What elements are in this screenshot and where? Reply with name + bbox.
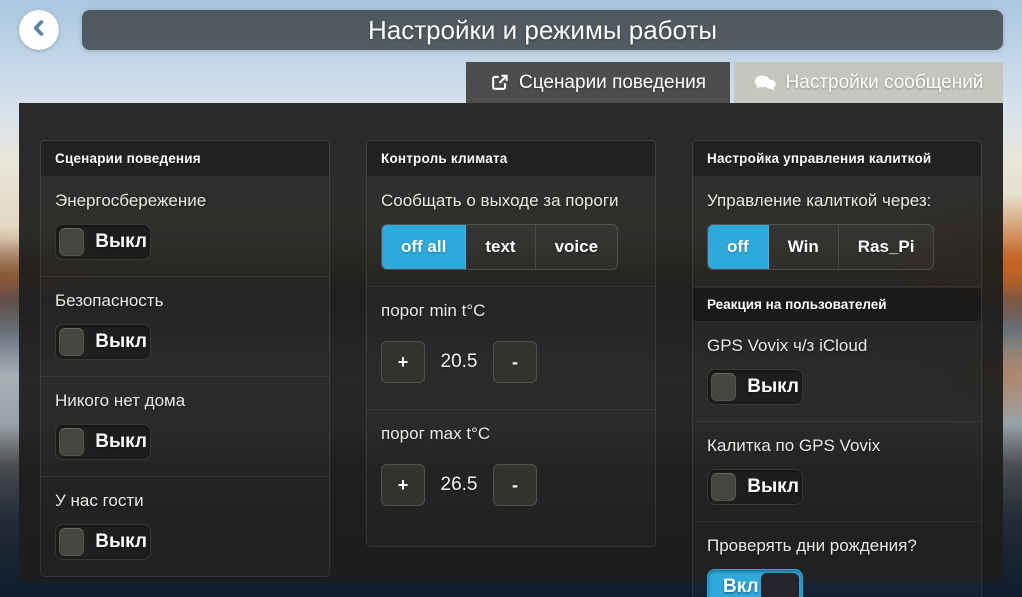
toggle-check-birthdays[interactable]: Вкл: [707, 569, 803, 597]
row-security: Безопасность Выкл: [41, 277, 329, 377]
user-reaction-subheader: Реакция на пользователей: [693, 287, 981, 322]
toggle-label: Выкл: [747, 376, 799, 398]
max-plus-button[interactable]: +: [381, 464, 425, 506]
toggle-label: Выкл: [747, 476, 799, 498]
row-label: GPS Vovix ч/з iCloud: [707, 336, 967, 356]
card-scenarios-title: Сценарии поведения: [41, 141, 329, 177]
row-max-threshold: порог max t°C + 26.5 -: [367, 410, 655, 546]
row-label: У нас гости: [55, 491, 315, 511]
toggle-nobody-home[interactable]: Выкл: [55, 424, 151, 460]
min-plus-button[interactable]: +: [381, 341, 425, 383]
page-title-bar: Настройки и режимы работы: [82, 10, 1003, 50]
card-climate: Контроль климата Сообщать о выходе за по…: [366, 140, 656, 547]
max-threshold-value: 26.5: [425, 474, 493, 496]
toggle-knob: [59, 528, 84, 556]
row-label: Энергосбережение: [55, 191, 315, 211]
share-square-icon: [490, 73, 509, 92]
gate-win-button[interactable]: Win: [769, 225, 839, 269]
back-button[interactable]: [19, 10, 59, 50]
toggle-knob: [711, 373, 736, 401]
row-check-birthdays: Проверять дни рождения? Вкл: [693, 522, 981, 597]
toggle-energy-saving[interactable]: Выкл: [55, 224, 151, 260]
toggle-knob: [711, 473, 736, 501]
comments-icon: [754, 74, 776, 92]
tab-label: Настройки сообщений: [786, 72, 984, 94]
toggle-knob: [59, 428, 84, 456]
gate-off-button[interactable]: off: [708, 225, 769, 269]
gate-raspi-button[interactable]: Ras_Pi: [839, 225, 934, 269]
row-label: Управление калиткой через:: [707, 191, 967, 211]
toggle-label: Вкл: [723, 576, 759, 597]
tab-bar: Сценарии поведения Настройки сообщений: [466, 62, 1003, 103]
card-gate-title: Настройка управления калиткой: [693, 141, 981, 177]
toggle-label: Выкл: [95, 431, 147, 453]
toggle-knob: [761, 573, 799, 597]
row-label: порог min t°C: [381, 301, 641, 321]
gate-control-group: off Win Ras_Pi: [707, 224, 934, 270]
notify-text-button[interactable]: text: [466, 225, 535, 269]
row-label: Проверять дни рождения?: [707, 536, 967, 556]
min-minus-button[interactable]: -: [493, 341, 537, 383]
max-minus-button[interactable]: -: [493, 464, 537, 506]
row-label: порог max t°C: [381, 424, 641, 444]
card-climate-title: Контроль климата: [367, 141, 655, 177]
toggle-label: Выкл: [95, 531, 147, 553]
card-scenarios: Сценарии поведения Энергосбережение Выкл…: [40, 140, 330, 577]
card-gate: Настройка управления калиткой Управление…: [692, 140, 982, 597]
min-threshold-stepper: + 20.5 -: [381, 341, 641, 383]
row-gate-control: Управление калиткой через: off Win Ras_P…: [693, 177, 981, 287]
row-label: Калитка по GPS Vovix: [707, 436, 967, 456]
toggle-security[interactable]: Выкл: [55, 324, 151, 360]
chevron-left-icon: [28, 17, 50, 44]
row-min-threshold: порог min t°C + 20.5 -: [367, 287, 655, 410]
row-guests: У нас гости Выкл: [41, 477, 329, 576]
toggle-knob: [59, 228, 84, 256]
tab-messages[interactable]: Настройки сообщений: [734, 62, 1003, 103]
tab-label: Сценарии поведения: [519, 72, 706, 94]
settings-panel: Сценарии поведения Энергосбережение Выкл…: [19, 103, 1003, 582]
row-gps-icloud: GPS Vovix ч/з iCloud Выкл: [693, 322, 981, 422]
row-label: Сообщать о выходе за пороги: [381, 191, 641, 211]
notify-voice-button[interactable]: voice: [536, 225, 617, 269]
notify-off-all-button[interactable]: off all: [382, 225, 466, 269]
toggle-guests[interactable]: Выкл: [55, 524, 151, 560]
notify-mode-group: off all text voice: [381, 224, 618, 270]
max-threshold-stepper: + 26.5 -: [381, 464, 641, 506]
toggle-gate-by-gps[interactable]: Выкл: [707, 469, 803, 505]
row-threshold-notify: Сообщать о выходе за пороги off all text…: [367, 177, 655, 287]
toggle-label: Выкл: [95, 331, 147, 353]
row-gate-by-gps: Калитка по GPS Vovix Выкл: [693, 422, 981, 522]
toggle-label: Выкл: [95, 231, 147, 253]
tab-scenarios[interactable]: Сценарии поведения: [466, 62, 730, 103]
row-energy-saving: Энергосбережение Выкл: [41, 177, 329, 277]
toggle-gps-icloud[interactable]: Выкл: [707, 369, 803, 405]
row-label: Никого нет дома: [55, 391, 315, 411]
page-title: Настройки и режимы работы: [368, 15, 717, 46]
row-nobody-home: Никого нет дома Выкл: [41, 377, 329, 477]
min-threshold-value: 20.5: [425, 351, 493, 373]
toggle-knob: [59, 328, 84, 356]
row-label: Безопасность: [55, 291, 315, 311]
